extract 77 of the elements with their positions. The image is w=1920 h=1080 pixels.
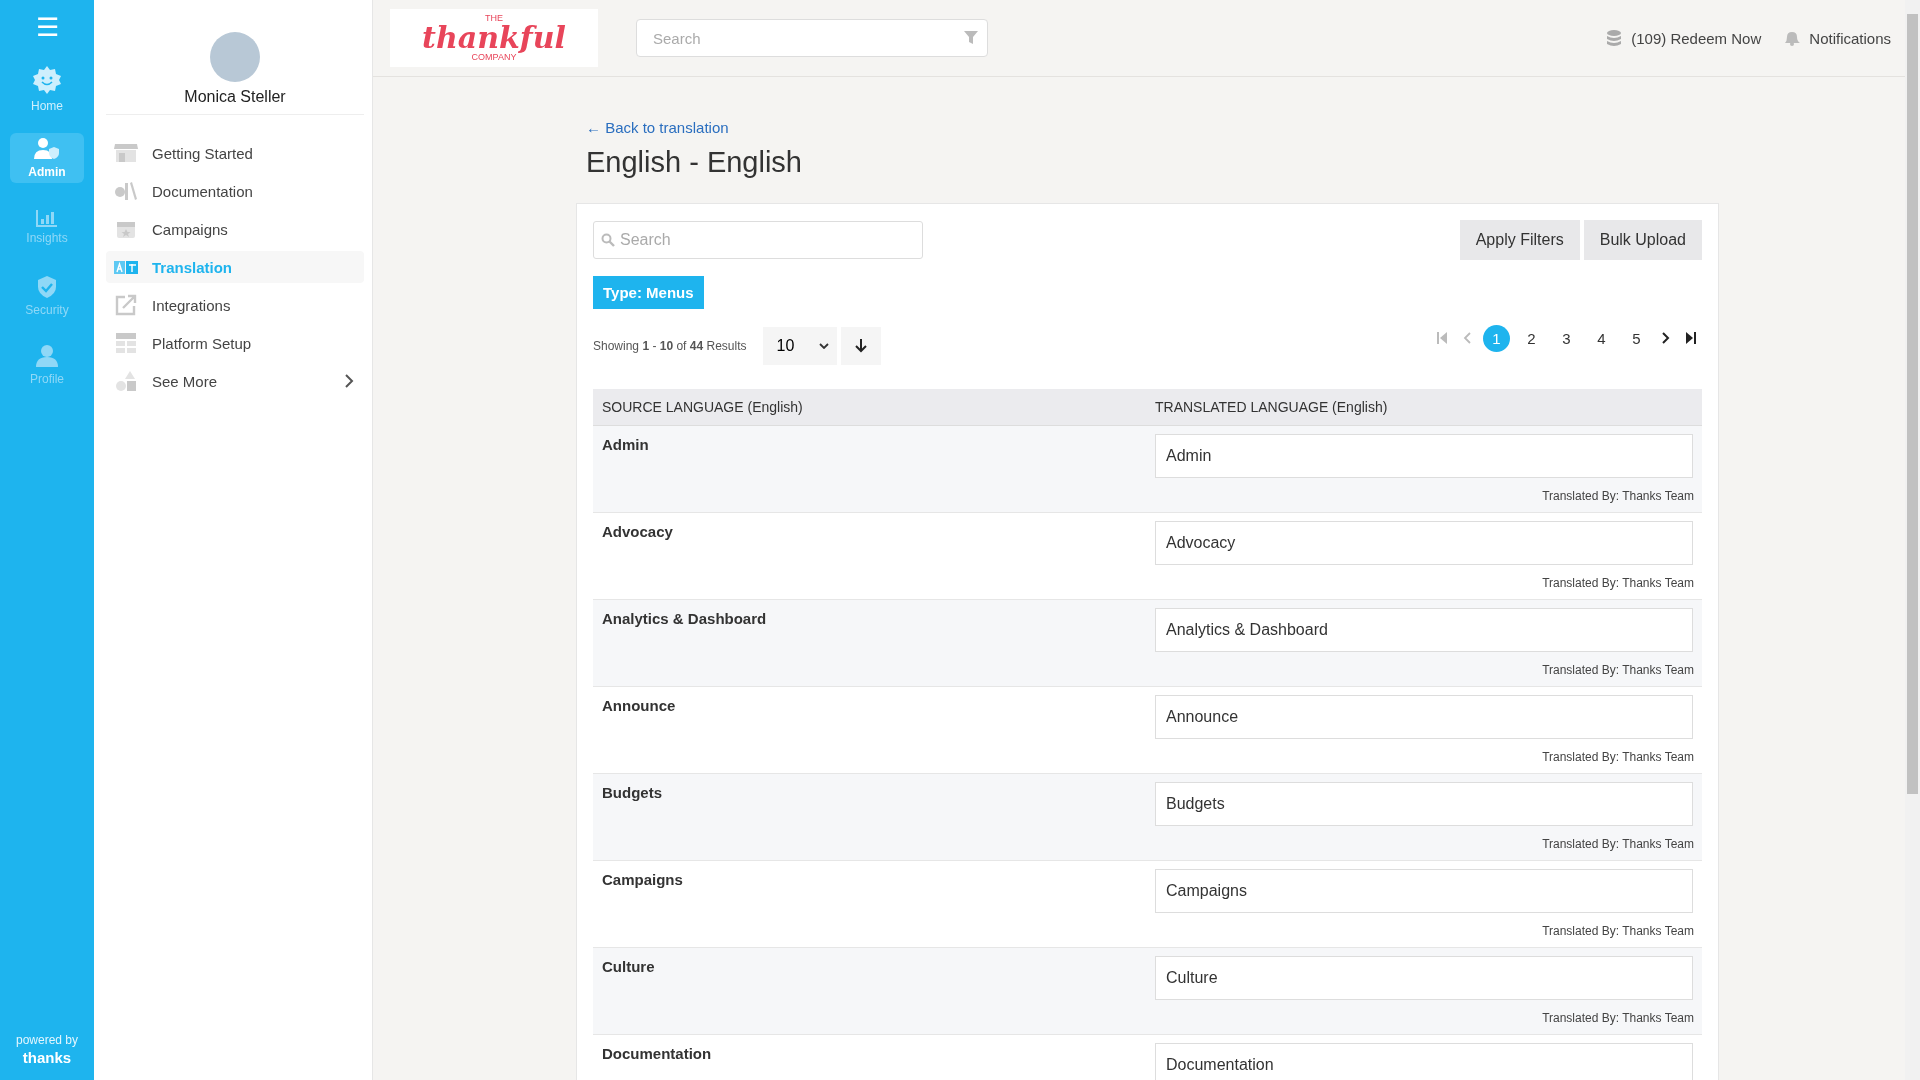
- source-text: Analytics & Dashboard: [602, 610, 767, 627]
- bar-chart-icon: [36, 209, 58, 227]
- user-name: Monica Steller: [106, 88, 364, 115]
- action-button[interactable]: Bulk Upload: [1583, 220, 1702, 260]
- logo[interactable]: THE thankful COMPANY: [390, 9, 598, 67]
- translator-credit: Translated By: Thanks Team: [1541, 489, 1694, 503]
- rail-label: Security: [25, 303, 69, 317]
- results-summary: Showing 1 - 10 of 44 Results: [593, 339, 747, 353]
- column-header: TRANSLATED LANGUAGE (English): [1146, 389, 1702, 426]
- translation-field[interactable]: Culture: [1155, 956, 1693, 1000]
- books-icon: [114, 181, 138, 201]
- user-shield-icon: [33, 137, 61, 161]
- translation-field[interactable]: Documentation: [1155, 1043, 1693, 1080]
- source-text: Campaigns: [602, 871, 683, 888]
- translation-field[interactable]: Analytics & Dashboard: [1155, 608, 1693, 652]
- translator-credit: Translated By: Thanks Team: [1541, 837, 1694, 851]
- filter-icon: [964, 31, 978, 45]
- sort-button[interactable]: [840, 327, 881, 365]
- translator-credit: Translated By: Thanks Team: [1541, 576, 1694, 590]
- sidebar-item[interactable]: See More: [106, 365, 364, 397]
- translator-credit: Translated By: Thanks Team: [1541, 924, 1694, 938]
- brand-text: thanks: [22, 1049, 72, 1066]
- source-text: Budgets: [602, 784, 662, 801]
- caret-icon: [818, 343, 829, 349]
- action-button[interactable]: Apply Filters: [1459, 220, 1580, 260]
- page-button[interactable]: 3: [1553, 324, 1580, 352]
- page-title: English - English: [586, 146, 803, 179]
- source-text: Announce: [602, 697, 676, 714]
- sidebar-item[interactable]: Platform Setup: [106, 327, 364, 359]
- rail-label: Admin: [28, 165, 66, 179]
- external-link-icon: [115, 294, 137, 316]
- scrollbar[interactable]: [1905, 0, 1920, 1080]
- column-header: SOURCE LANGUAGE (English): [593, 389, 1146, 426]
- translator-credit: Translated By: Thanks Team: [1541, 663, 1694, 677]
- notifications-link[interactable]: Notifications: [1781, 29, 1891, 47]
- chevron-right-icon: [1662, 332, 1670, 344]
- coins-icon: [1605, 29, 1624, 47]
- sidebar-item[interactable]: Getting Started: [106, 137, 364, 169]
- scrollbar-thumb[interactable]: [1907, 14, 1918, 794]
- avatar: [210, 32, 260, 82]
- page-button[interactable]: 2: [1518, 324, 1545, 352]
- page-button[interactable]: 4: [1588, 324, 1615, 352]
- source-text: Advocacy: [602, 523, 673, 540]
- search-field[interactable]: Search: [636, 19, 988, 57]
- sidebar-item[interactable]: Campaigns: [106, 213, 364, 245]
- translation-field[interactable]: Announce: [1155, 695, 1693, 739]
- search-field[interactable]: Search: [593, 221, 923, 259]
- source-text: Culture: [602, 958, 655, 975]
- redeem-link[interactable]: (109) Redeem Now: [1605, 29, 1762, 47]
- translation-field[interactable]: Campaigns: [1155, 869, 1693, 913]
- sidebar-item[interactable]: Integrations: [106, 289, 364, 321]
- storefront-icon: [114, 143, 138, 163]
- table-grid-icon: [115, 332, 137, 354]
- rail-label: Home: [31, 99, 63, 113]
- source-text: Documentation: [602, 1045, 712, 1062]
- powered-by-text: powered by: [15, 1033, 78, 1047]
- user-icon: [35, 344, 59, 368]
- page-size-select[interactable]: 10: [762, 327, 837, 365]
- translator-credit: Translated By: Thanks Team: [1541, 1011, 1694, 1025]
- translation-field[interactable]: Admin: [1155, 434, 1693, 478]
- back-link[interactable]: ← Back to translation: [586, 119, 729, 136]
- rail-label: Insights: [26, 231, 68, 245]
- skip-back-icon: [1437, 332, 1447, 344]
- sidebar-item[interactable]: Documentation: [106, 175, 364, 207]
- translate-icon: [113, 258, 139, 276]
- rail-label: Profile: [30, 372, 64, 386]
- translator-credit: Translated By: Thanks Team: [1541, 750, 1694, 764]
- translation-field[interactable]: Budgets: [1155, 782, 1693, 826]
- shield-check-icon: [36, 275, 58, 299]
- translation-field[interactable]: Advocacy: [1155, 521, 1693, 565]
- source-text: Admin: [602, 436, 649, 453]
- page-button[interactable]: 5: [1623, 324, 1650, 352]
- chevron-left-icon: [1463, 332, 1471, 344]
- shapes-icon: [115, 370, 137, 392]
- smiling-sun-icon: [32, 65, 62, 95]
- arrow-down-icon: [854, 339, 867, 353]
- skip-forward-icon: [1686, 332, 1696, 344]
